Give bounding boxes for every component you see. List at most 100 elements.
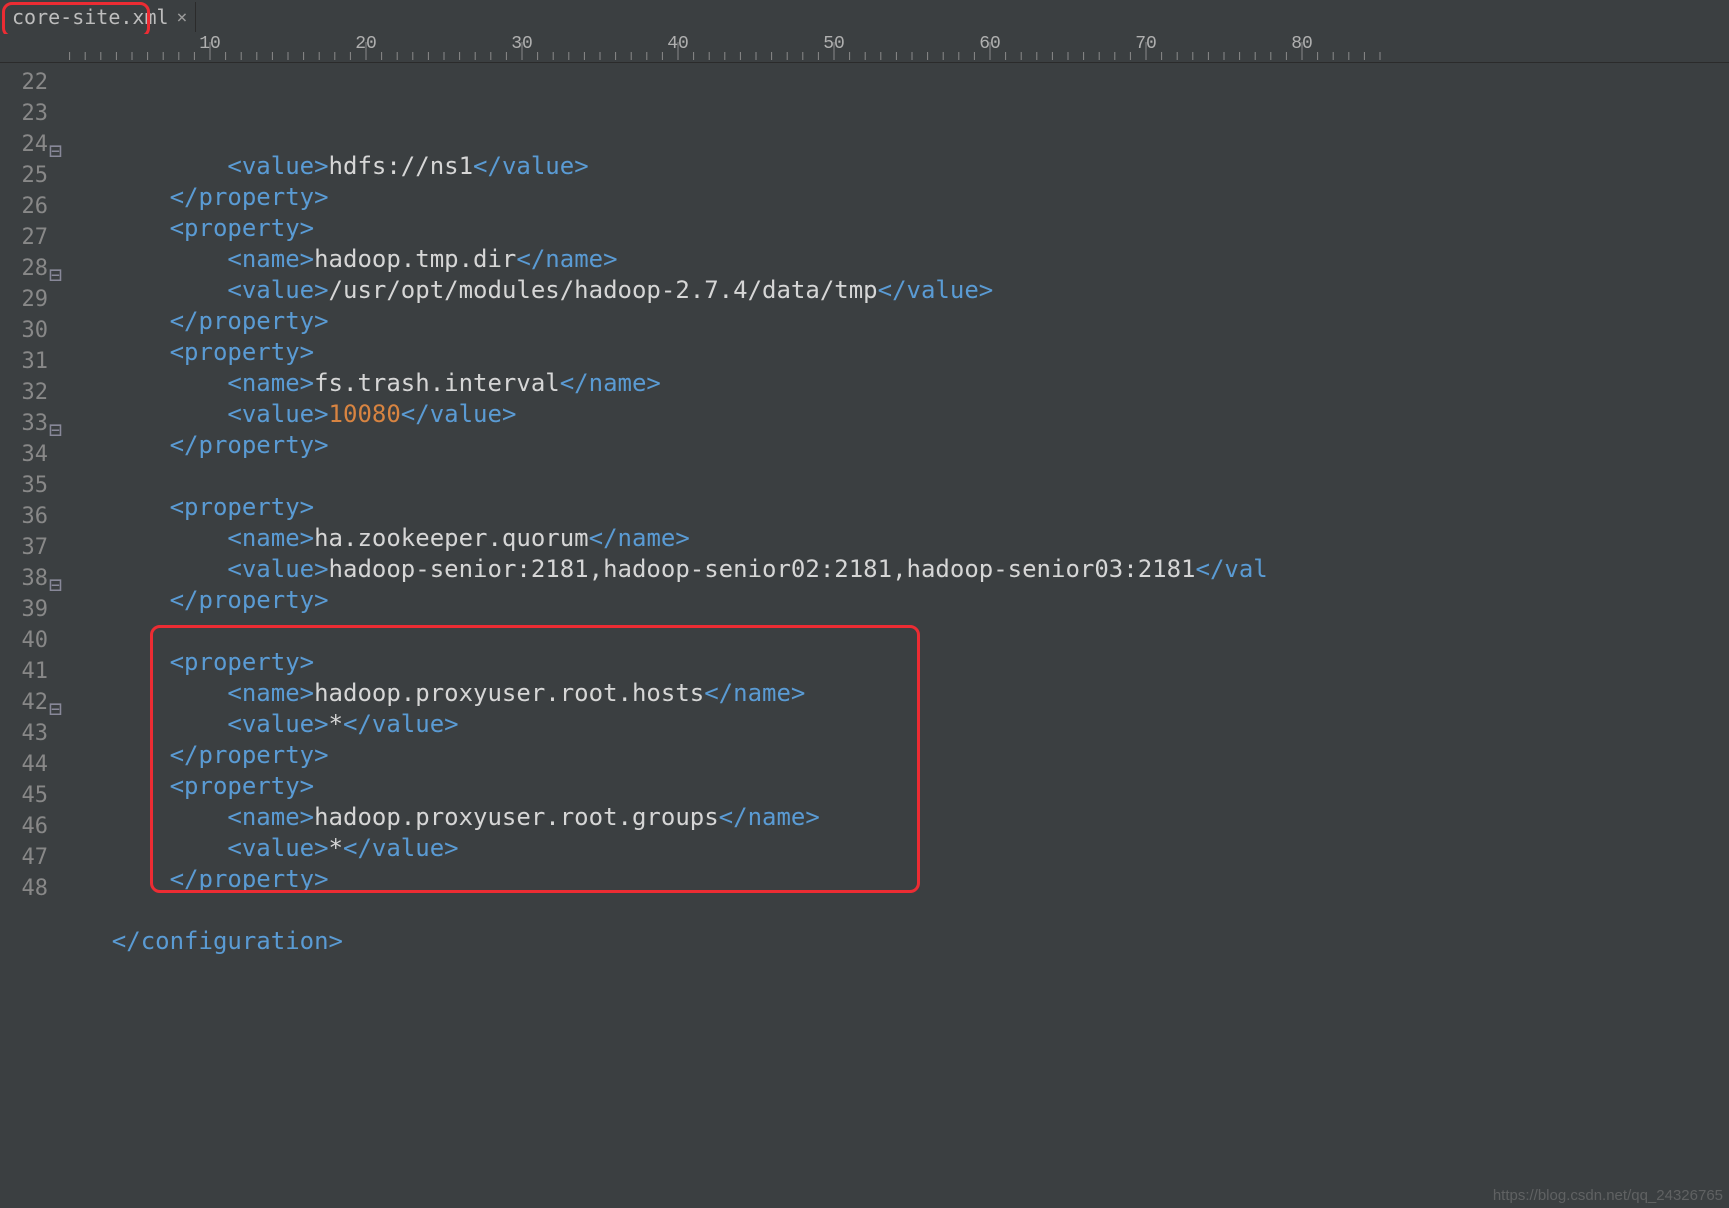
text-content: hadoop.proxyuser.root.groups [314, 803, 719, 831]
xml-tag: <name> [227, 679, 314, 707]
line-number[interactable]: 31 [0, 346, 54, 377]
xml-tag: <name> [227, 524, 314, 552]
ruler-label: 30 [511, 34, 533, 54]
xml-tag: </name> [704, 679, 805, 707]
line-number[interactable]: 35 [0, 470, 54, 501]
line-number[interactable]: 36 [0, 501, 54, 532]
code-line[interactable]: <name>hadoop.tmp.dir</name> [54, 244, 1729, 275]
line-number[interactable]: 25 [0, 160, 54, 191]
xml-tag: <property> [170, 214, 315, 242]
code-line[interactable]: <property> [54, 337, 1729, 368]
xml-tag: <property> [170, 493, 315, 521]
tab-filename: core-site.xml [12, 5, 169, 29]
code-line[interactable]: <property> [54, 492, 1729, 523]
code-line[interactable] [54, 461, 1729, 492]
line-number[interactable]: 47 [0, 842, 54, 873]
xml-tag: <value> [227, 400, 328, 428]
xml-tag: <value> [227, 710, 328, 738]
line-number[interactable]: 40 [0, 625, 54, 656]
code-line[interactable] [54, 957, 1729, 988]
code-line[interactable]: <name>hadoop.proxyuser.root.hosts</name> [54, 678, 1729, 709]
ruler-label: 10 [199, 34, 221, 54]
ruler: 1020304050607080 [0, 34, 1729, 63]
code-line[interactable] [54, 616, 1729, 647]
code-line[interactable]: </property> [54, 864, 1729, 895]
xml-tag: <name> [227, 245, 314, 273]
xml-tag: </name> [719, 803, 820, 831]
code-area[interactable]: <value>hdfs://ns1</value> </property> <p… [54, 63, 1729, 1208]
line-number[interactable]: 46 [0, 811, 54, 842]
line-number[interactable]: 41 [0, 656, 54, 687]
xml-tag: </value> [878, 276, 994, 304]
close-icon[interactable]: × [177, 7, 188, 28]
line-number[interactable]: 37 [0, 532, 54, 563]
code-line[interactable]: <property> [54, 647, 1729, 678]
line-number[interactable]: 27 [0, 222, 54, 253]
line-number[interactable]: 38⊟ [0, 563, 54, 594]
editor-tab[interactable]: core-site.xml × [4, 2, 196, 32]
code-line[interactable]: <value>*</value> [54, 833, 1729, 864]
line-number[interactable]: 28⊟ [0, 253, 54, 284]
code-line[interactable]: <value>/usr/opt/modules/hadoop-2.7.4/dat… [54, 275, 1729, 306]
tab-bar: core-site.xml × [0, 0, 1729, 34]
code-line[interactable]: <property> [54, 771, 1729, 802]
code-line[interactable]: <value>*</value> [54, 709, 1729, 740]
xml-tag: <value> [227, 555, 328, 583]
code-line[interactable]: <value>10080</value> [54, 399, 1729, 430]
ruler-label: 60 [979, 34, 1001, 54]
ruler-label: 50 [823, 34, 845, 54]
code-line[interactable] [54, 895, 1729, 926]
xml-tag: </configuration> [112, 927, 343, 955]
xml-tag: </property> [170, 307, 329, 335]
ruler-scale: 1020304050607080 [54, 34, 1729, 62]
code-line[interactable]: </property> [54, 740, 1729, 771]
xml-tag: </value> [343, 834, 459, 862]
code-line[interactable]: <name>hadoop.proxyuser.root.groups</name… [54, 802, 1729, 833]
line-number[interactable]: 33⊟ [0, 408, 54, 439]
text-content: hadoop-senior:2181,hadoop-senior02:2181,… [329, 555, 1196, 583]
editor-body: 222324⊟25262728⊟2930313233⊟3435363738⊟39… [0, 63, 1729, 1208]
text-content: * [329, 710, 343, 738]
code-line[interactable]: <value>hadoop-senior:2181,hadoop-senior0… [54, 554, 1729, 585]
code-line[interactable]: </configuration> [54, 926, 1729, 957]
line-number[interactable]: 45 [0, 780, 54, 811]
code-line[interactable]: </property> [54, 306, 1729, 337]
xml-tag: </name> [589, 524, 690, 552]
ruler-label: 80 [1291, 34, 1313, 54]
line-number[interactable]: 23 [0, 98, 54, 129]
xml-tag: </property> [170, 586, 329, 614]
xml-tag: </value> [343, 710, 459, 738]
xml-tag: <value> [227, 152, 328, 180]
code-line[interactable]: </property> [54, 182, 1729, 213]
line-number[interactable]: 34 [0, 439, 54, 470]
line-number[interactable]: 39 [0, 594, 54, 625]
xml-tag: </value> [401, 400, 517, 428]
code-line[interactable]: <property> [54, 213, 1729, 244]
code-line[interactable]: <name>ha.zookeeper.quorum</name> [54, 523, 1729, 554]
line-number[interactable]: 48 [0, 873, 54, 904]
ruler-label: 20 [355, 34, 377, 54]
line-number[interactable]: 30 [0, 315, 54, 346]
code-line[interactable]: <value>hdfs://ns1</value> [54, 151, 1729, 182]
editor-window: core-site.xml × 1020304050607080 222324⊟… [0, 0, 1729, 1208]
code-line[interactable]: </property> [54, 430, 1729, 461]
line-number[interactable]: 32 [0, 377, 54, 408]
line-number[interactable]: 29 [0, 284, 54, 315]
xml-tag: <name> [227, 803, 314, 831]
xml-tag: <value> [227, 834, 328, 862]
text-content: /usr/opt/modules/hadoop-2.7.4/data/tmp [329, 276, 878, 304]
xml-tag: <value> [227, 276, 328, 304]
line-number[interactable]: 44 [0, 749, 54, 780]
text-content: fs.trash.interval [314, 369, 560, 397]
xml-tag: <property> [170, 338, 315, 366]
text-content: ha.zookeeper.quorum [314, 524, 589, 552]
xml-tag: </property> [170, 741, 329, 769]
line-number[interactable]: 43 [0, 718, 54, 749]
line-number[interactable]: 22 [0, 67, 54, 98]
line-number[interactable]: 24⊟ [0, 129, 54, 160]
line-number[interactable]: 26 [0, 191, 54, 222]
code-line[interactable]: <name>fs.trash.interval</name> [54, 368, 1729, 399]
line-number[interactable]: 42⊟ [0, 687, 54, 718]
text-content: hadoop.proxyuser.root.hosts [314, 679, 704, 707]
code-line[interactable]: </property> [54, 585, 1729, 616]
